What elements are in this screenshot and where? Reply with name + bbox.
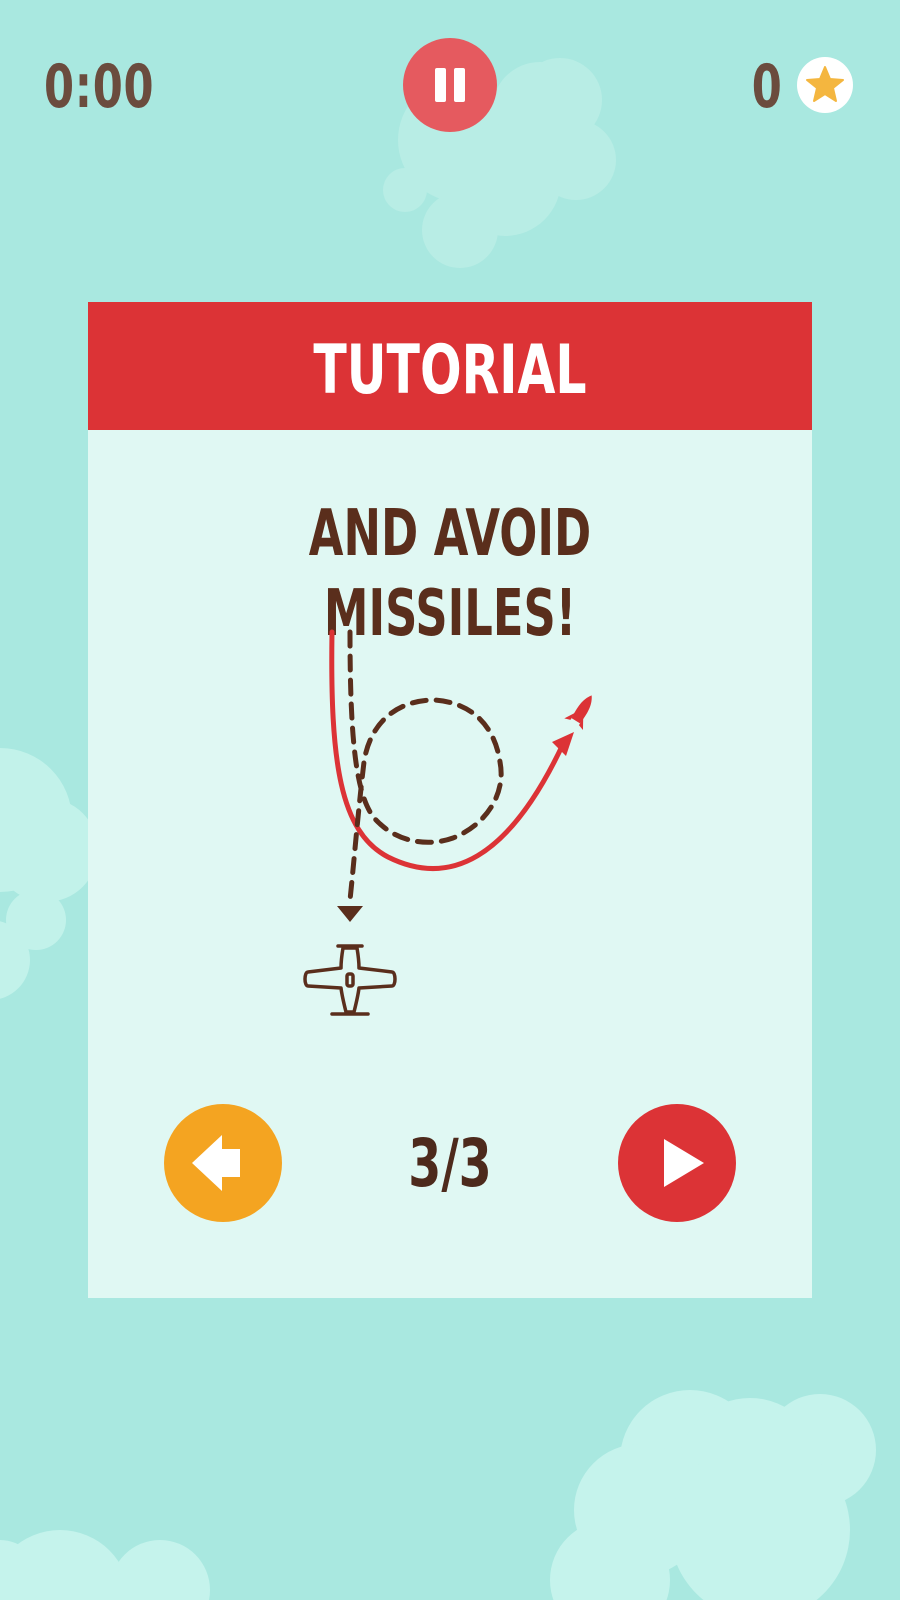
score-counter: 0 [751,52,782,122]
panel-title: TUTORIAL [313,331,587,410]
plane-path [347,629,504,903]
cloud-bottom-left [0,1530,210,1600]
cloud-left [0,748,98,999]
tutorial-illustration [303,629,592,1016]
panel-header: TUTORIAL [88,302,812,430]
tutorial-panel: TUTORIAL AND AVOID MISSILES! 3/3 [88,302,812,1298]
previous-button[interactable] [164,1104,282,1222]
page-indicator: 3/3 [408,1125,492,1202]
plane-icon [303,944,397,1016]
tutorial-instruction: AND AVOID MISSILES! [308,497,592,651]
next-button[interactable] [618,1104,736,1222]
arrow-left-icon [192,1135,240,1191]
play-icon [664,1139,704,1187]
cloud-bottom-right [550,1390,876,1600]
missile-icon [564,695,592,731]
star-badge [797,57,853,113]
pause-button[interactable] [403,38,497,132]
star-icon [806,66,844,102]
pause-icon [435,68,465,102]
plane-path-arrowhead [337,906,363,922]
missile-path-arrowhead [552,732,574,756]
timer: 0:00 [44,52,155,122]
